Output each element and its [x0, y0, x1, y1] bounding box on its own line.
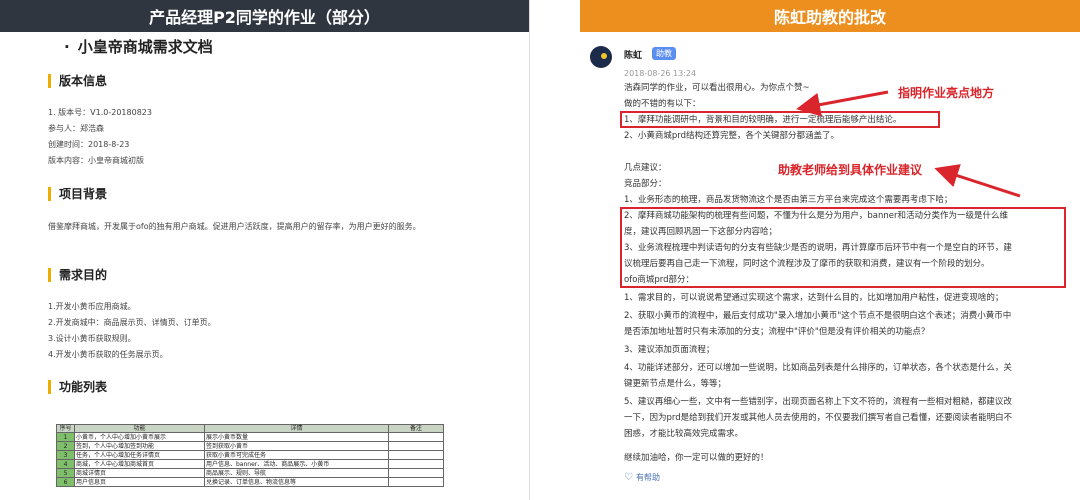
comment-line: 2、获取小黄币的流程中，最后支付成功"录入增加小黄币"这个节点不是很明白这个表述…	[624, 311, 1012, 321]
table-cell: 6	[56, 477, 75, 487]
comment-line: 继续加油哈，你一定可以做的更好的！	[624, 453, 769, 463]
version-line: 创建时间：2018-8-23	[48, 140, 130, 149]
version-line: 版本内容：小皇帝商城初版	[48, 156, 144, 165]
comment-line: 竞品部分：	[624, 179, 667, 189]
table-row: 2 签到，个人中心增加签到功能 签到获取小黄币	[56, 441, 444, 451]
feature-table-header: 详情	[204, 424, 389, 433]
section-features-heading: 功能列表	[48, 380, 107, 394]
comment-line: 几点建议：	[624, 163, 667, 173]
table-cell: 3	[56, 450, 75, 460]
helpful-button[interactable]: ♡ 有帮助	[624, 472, 660, 483]
commenter-name[interactable]: 陈虹	[624, 48, 642, 61]
highlight-arrow	[796, 90, 889, 117]
advice-box	[620, 207, 1066, 288]
version-line: 参与人：郑浩森	[48, 124, 104, 133]
comment-line: 浩森同学的作业，可以看出很用心。为你点个赞~	[624, 83, 810, 93]
feature-table: 序号 功能 详情 备注 1 小黄币，个人中心增加小黄币展示 展示小黄币数量 2 …	[56, 424, 444, 487]
table-cell: 获取小黄币可完成任务	[204, 450, 389, 460]
table-cell	[388, 450, 444, 460]
table-cell: 兑换记录、订单信息、物流信息等	[204, 477, 389, 487]
comment-line: 一下，因为prd是给到我们开发或其他人员去使用的，不仅要我们撰写者自己看懂，还要…	[624, 413, 1013, 423]
table-row: 4 商城，个人中心增加商城首页 用户信息、banner、活动、商品展示、小黄币	[56, 459, 444, 469]
advice-annotation: 助教老师给到具体作业建议	[778, 163, 923, 177]
table-cell	[388, 468, 444, 478]
comment-line: 键更新节点是什么，等等；	[624, 379, 727, 389]
homework-panel-title: 产品经理P2同学的作业（部分）	[0, 0, 529, 32]
table-cell	[388, 477, 444, 487]
role-badge: 助教	[652, 47, 676, 60]
review-panel: 陈虹助教的批改 陈虹 助教 2018-08-26 13:24 浩森同学的作业，可…	[580, 0, 1080, 500]
table-row: 6 用户信息页 兑换记录、订单信息、物流信息等	[56, 477, 444, 487]
comment-line: 做的不错的有以下：	[624, 99, 701, 109]
bullet-dot-icon: ·	[64, 38, 70, 56]
advice-arrow	[934, 164, 1021, 198]
table-cell: 商城，个人中心增加商城首页	[74, 459, 205, 469]
table-row: 1 小黄币，个人中心增加小黄币展示 展示小黄币数量	[56, 432, 444, 442]
comment-line: 1、业务形态的梳理，商品发货物流这个是否由第三方平台来完成这个需要再考虑下哈；	[624, 195, 953, 205]
table-cell: 用户信息页	[74, 477, 205, 487]
background-text: 借鉴摩拜商城，开发属于ofo的独有用户商城。促进用户活跃度，提高用户的留存率，为…	[48, 222, 421, 231]
feature-table-header: 序号	[56, 424, 75, 433]
table-cell: 小黄币，个人中心增加小黄币展示	[74, 432, 205, 442]
table-cell	[388, 459, 444, 469]
review-panel-title: 陈虹助教的批改	[580, 0, 1080, 32]
table-cell: 5	[56, 468, 75, 478]
heart-icon: ♡	[624, 472, 633, 483]
helpful-label: 有帮助	[635, 473, 660, 482]
comment-line: 3、建议添加页面流程；	[624, 345, 715, 355]
table-cell: 1	[56, 432, 75, 442]
table-cell: 2	[56, 441, 75, 451]
table-cell: 签到获取小黄币	[204, 441, 389, 451]
comment-line: 是否添加地址暂时只有未添加的分支；流程中"评价"但是没有评价相关的功能点？	[624, 327, 930, 337]
doc-title-text: 小皇帝商城需求文档	[77, 38, 213, 56]
table-row: 5 商城详情页 商品展示、规则、导航	[56, 468, 444, 478]
table-cell: 商品展示、规则、导航	[204, 468, 389, 478]
table-cell: 商城详情页	[74, 468, 205, 478]
comment-line: 4、功能详述部分，还可以增加一些说明，比如商品列表是什么排序的，订单状态，各个状…	[624, 363, 1012, 373]
comment-line: 5、建议再细心一些，文中有一些错别字，出现页面名称上下文不符的，流程有一些相对粗…	[624, 397, 1012, 407]
doc-title: · 小皇帝商城需求文档	[64, 36, 213, 57]
comment-line: 困惑，才能比较高效完成需求。	[624, 429, 744, 439]
comment-line: 1、需求目的，可以说说希望通过实现这个需求，达到什么目的，比如增加用户粘性，促进…	[624, 293, 1004, 303]
purpose-line: 3.设计小黄币获取规则。	[48, 334, 136, 343]
table-cell: 任务，个人中心增加任务详情页	[74, 450, 205, 460]
highlight-box	[620, 111, 940, 128]
table-cell: 展示小黄币数量	[204, 432, 389, 442]
feature-table-header-row: 序号 功能 详情 备注	[56, 424, 444, 433]
feature-table-header: 备注	[388, 424, 444, 433]
section-version-heading: 版本信息	[48, 74, 107, 88]
version-line: 1. 版本号：V1.0-20180823	[48, 108, 152, 117]
table-cell: 签到，个人中心增加签到功能	[74, 441, 205, 451]
purpose-line: 4.开发小黄币获取的任务展示页。	[48, 350, 168, 359]
feature-table-header: 功能	[74, 424, 205, 433]
table-cell: 用户信息、banner、活动、商品展示、小黄币	[204, 459, 389, 469]
highlight-annotation: 指明作业亮点地方	[898, 86, 995, 100]
table-cell	[388, 432, 444, 442]
purpose-line: 2.开发商城中：商品展示页、详情页、订单页。	[48, 318, 216, 327]
section-background-heading: 项目背景	[48, 187, 107, 201]
comment-timestamp: 2018-08-26 13:24	[624, 69, 697, 78]
homework-panel: 产品经理P2同学的作业（部分） · 小皇帝商城需求文档 版本信息 1. 版本号：V…	[0, 0, 530, 500]
purpose-line: 1.开发小黄币应用商城。	[48, 302, 136, 311]
section-purpose-heading: 需求目的	[48, 268, 107, 282]
table-cell	[388, 441, 444, 451]
comment-line: 2、小黄商城prd结构还算完整，各个关键部分都涵盖了。	[624, 131, 840, 141]
avatar[interactable]	[590, 46, 612, 68]
table-row: 3 任务，个人中心增加任务详情页 获取小黄币可完成任务	[56, 450, 444, 460]
table-cell: 4	[56, 459, 75, 469]
